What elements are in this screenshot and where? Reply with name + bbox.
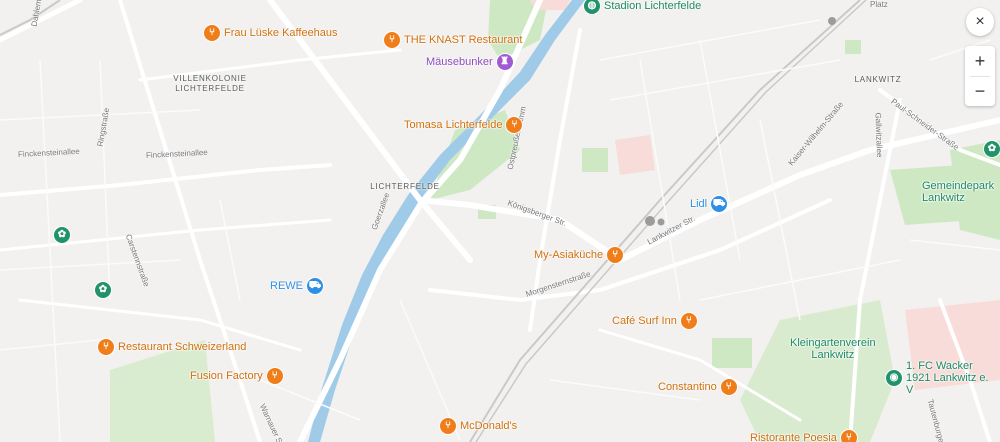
park-icon: ✿ [95,282,111,298]
street-label-gallwitzallee: Gallwitzallee [873,112,885,158]
poi-knast-restaurant[interactable]: ⑂ THE KNAST Restaurant [384,32,526,48]
restaurant-icon: ⑂ [98,339,114,355]
poi-kleingartenverein[interactable]: Kleingartenverein Lankwitz [786,337,876,361]
park-marker[interactable]: ✿ [95,282,111,298]
poi-gemeindepark[interactable]: Gemeindepark Lankwitz [918,180,994,204]
park-marker[interactable]: ✿ [984,141,1000,157]
minus-icon: − [974,80,986,101]
museum-icon: ♜ [496,54,513,70]
area-label-lichterfelde: LICHTERFELDE [370,182,440,191]
restaurant-icon: ⑂ [720,379,737,395]
area-label-lankwitz: LANKWITZ [854,75,902,84]
poi-cafe-surf-inn[interactable]: ⑂ Café Surf Inn [608,313,697,329]
poi-rewe[interactable]: ⛟ REWE [266,278,323,294]
restaurant-icon: ⑂ [204,25,220,41]
plus-icon: + [974,50,986,71]
poi-tomasa[interactable]: ⑂ Tomasa Lichterfelde [400,117,523,133]
stadium-icon: ◍ [584,0,600,14]
poi-fusion-factory[interactable]: ⑂ Fusion Factory [186,368,283,384]
poi-restaurant-schweizerland[interactable]: ⑂ Restaurant Schweizerland [98,339,250,355]
sports-club-icon: ◉ [886,370,902,386]
shopping-cart-icon: ⛟ [711,196,728,212]
poi-frau-luske[interactable]: ⑂ Frau Lüske Kaffeehaus [204,25,342,41]
area-label-villenkolonie: VILLENKOLONIE LICHTERFELDE [173,74,247,93]
poi-lidl[interactable]: ⛟ Lidl [686,196,728,212]
zoom-in-button[interactable]: + [965,46,995,76]
poi-ristorante-poesia[interactable]: ⑂ Ristorante Poesia [746,430,857,442]
close-icon: × [975,13,985,30]
park-marker[interactable]: ✿ [54,227,70,243]
street-label-platz: Platz [870,0,888,9]
poi-mcdonalds[interactable]: ⑂ McDonald's [440,418,521,434]
park-icon: ✿ [54,227,70,243]
restaurant-icon: ⑂ [680,313,697,329]
poi-mausebunker[interactable]: ♜ Mäusebunker [422,54,513,70]
restaurant-icon: ⑂ [607,247,624,263]
poi-fc-wacker[interactable]: ◉ 1. FC Wacker 1921 Lankwitz e. V [886,360,1000,396]
shopping-cart-icon: ⛟ [307,278,323,294]
zoom-out-button[interactable]: − [965,76,995,106]
close-button[interactable]: × [966,8,994,36]
poi-stadion-lichterfelde[interactable]: ◍ Stadion Lichterfelde [584,0,705,14]
restaurant-icon: ⑂ [840,430,857,442]
restaurant-icon: ⑂ [440,418,456,434]
restaurant-icon: ⑂ [266,368,283,384]
restaurant-icon: ⑂ [384,32,400,48]
poi-my-asiakuche[interactable]: ⑂ My-Asiaküche [530,247,624,263]
zoom-control: + − [965,46,995,106]
restaurant-icon: ⑂ [506,117,523,133]
map-canvas[interactable]: VILLENKOLONIE LICHTERFELDE LICHTERFELDE … [0,0,1000,442]
park-icon: ✿ [984,141,1000,157]
poi-constantino[interactable]: ⑂ Constantino [654,379,737,395]
